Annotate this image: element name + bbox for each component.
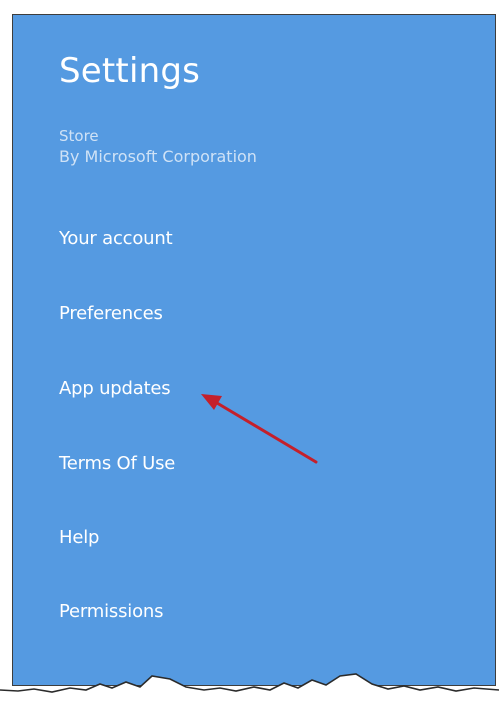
menu-item-app-updates[interactable]: App updates <box>59 378 171 399</box>
app-name: Store <box>59 127 99 145</box>
screenshot-frame: Settings Store By Microsoft Corporation … <box>0 0 499 707</box>
menu-item-help[interactable]: Help <box>59 527 99 548</box>
menu-item-permissions[interactable]: Permissions <box>59 601 163 622</box>
torn-edge <box>0 673 499 707</box>
menu-item-terms-of-use[interactable]: Terms Of Use <box>59 453 175 474</box>
settings-title: Settings <box>59 51 201 91</box>
menu-item-your-account[interactable]: Your account <box>59 228 173 249</box>
settings-pane: Settings Store By Microsoft Corporation … <box>12 14 496 686</box>
app-publisher: By Microsoft Corporation <box>59 147 257 166</box>
menu-item-preferences[interactable]: Preferences <box>59 303 163 324</box>
